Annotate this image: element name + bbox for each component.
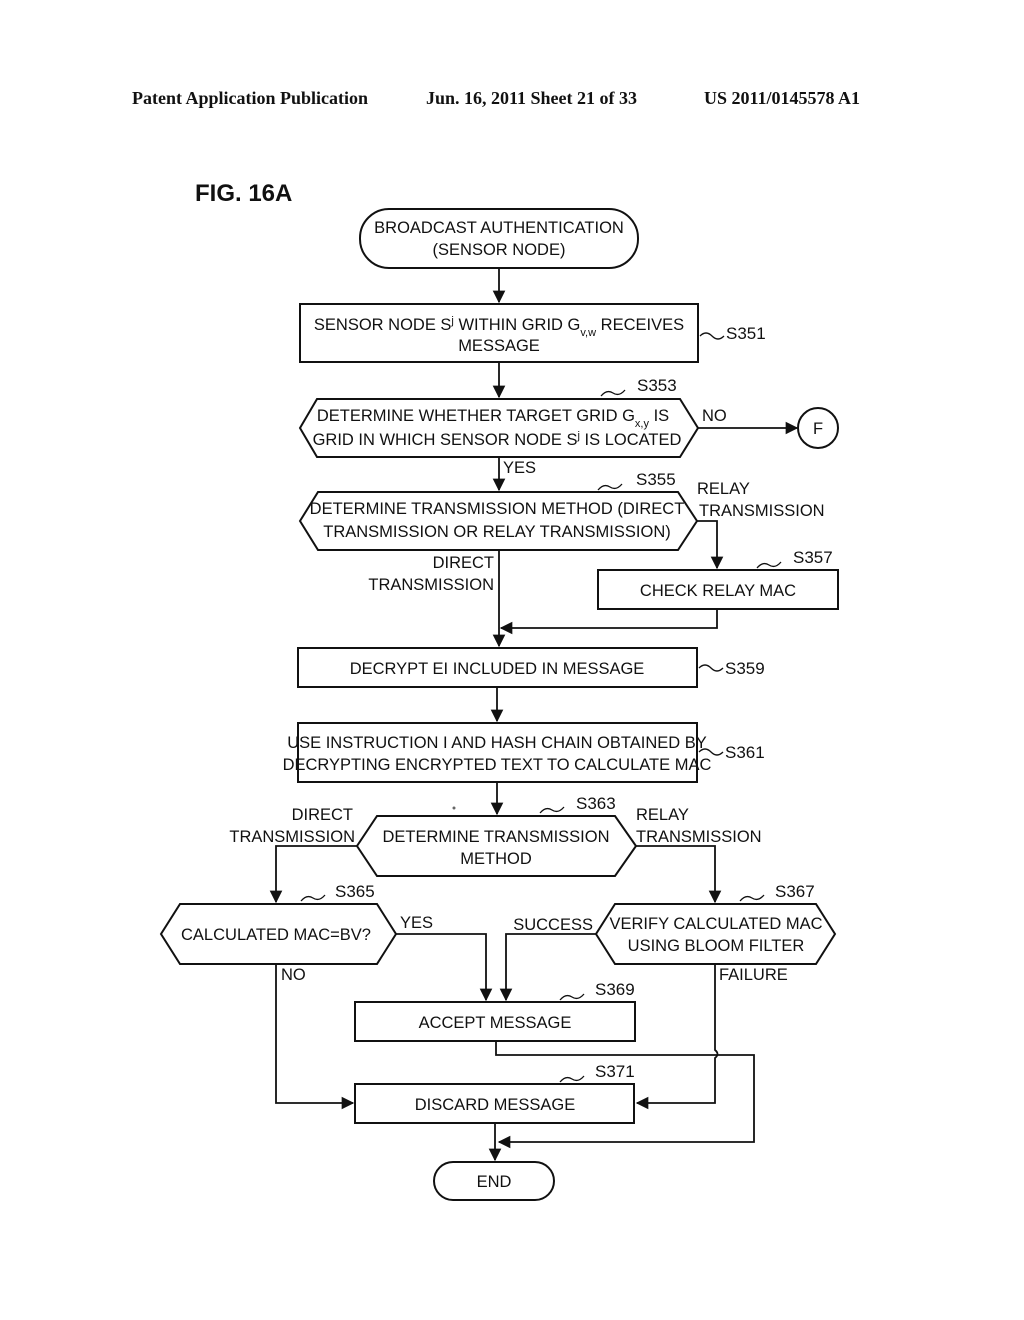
end-label: END xyxy=(477,1173,512,1191)
s351-line2: MESSAGE xyxy=(458,337,540,355)
s363-line1: DETERMINE TRANSMISSION xyxy=(382,828,609,846)
decision-s363: DETERMINE TRANSMISSION METHOD xyxy=(355,815,638,877)
s369-leader xyxy=(559,993,585,1001)
start-line2: (SENSOR NODE) xyxy=(433,241,566,259)
s363-line2: METHOD xyxy=(460,850,532,868)
s367-failure-label: FAILURE xyxy=(719,966,788,984)
s367-leader xyxy=(739,894,765,902)
process-s351: SENSOR NODE Sj WITHIN GRID Gv,w RECEIVES… xyxy=(299,303,699,363)
decision-s367: VERIFY CALCULATED MAC USING BLOOM FILTER xyxy=(594,903,837,965)
s353-no-label: NO xyxy=(702,407,727,425)
s359-line1: DECRYPT EI INCLUDED IN MESSAGE xyxy=(350,660,645,678)
s351-step-label: S351 xyxy=(726,324,766,343)
s365-line1: CALCULATED MAC=BV? xyxy=(181,926,371,944)
s355-direct-label-1: DIRECT xyxy=(433,554,494,572)
s355-line2: TRANSMISSION OR RELAY TRANSMISSION) xyxy=(323,523,670,541)
edge-s357-merge xyxy=(499,609,718,635)
s363-direct-label-2: TRANSMISSION xyxy=(229,828,355,846)
s355-line1: DETERMINE TRANSMISSION METHOD (DIRECT xyxy=(310,500,685,518)
end-terminal: END xyxy=(433,1161,555,1201)
s359-step-label: S359 xyxy=(725,659,765,678)
start-line1: BROADCAST AUTHENTICATION xyxy=(374,219,624,237)
s363-leader xyxy=(539,806,565,814)
s359-leader xyxy=(698,664,724,672)
edge-s365-no xyxy=(275,964,355,1110)
s353-yes-label: YES xyxy=(503,459,536,477)
s355-relay-label-2: TRANSMISSION xyxy=(699,502,825,520)
edge-s363-relay xyxy=(636,845,722,904)
s367-line1: VERIFY CALCULATED MAC xyxy=(609,915,822,933)
flowchart: BROADCAST AUTHENTICATION (SENSOR NODE) S… xyxy=(159,208,839,1201)
s355-leader xyxy=(597,483,623,491)
s361-step-label: S361 xyxy=(725,743,765,762)
s357-leader xyxy=(756,561,782,569)
edge-s367-success xyxy=(499,933,596,1002)
process-s359: DECRYPT EI INCLUDED IN MESSAGE xyxy=(297,647,698,688)
decision-s365: CALCULATED MAC=BV? xyxy=(159,903,398,965)
s363-relay-label-1: RELAY xyxy=(636,806,689,824)
edge-s355-relay xyxy=(697,520,724,570)
connector-f-label: F xyxy=(813,420,823,438)
s355-relay-label-1: RELAY xyxy=(697,480,750,498)
s371-step-label: S371 xyxy=(595,1062,635,1081)
s353-leader xyxy=(600,389,626,397)
s365-yes-label: YES xyxy=(400,914,433,932)
process-s369: ACCEPT MESSAGE xyxy=(354,1001,636,1042)
s361-line2: DECRYPTING ENCRYPTED TEXT TO CALCULATE M… xyxy=(283,756,712,774)
process-s357: CHECK RELAY MAC xyxy=(597,569,839,610)
s353-line2: GRID IN WHICH SENSOR NODE Sj IS LOCATED xyxy=(313,430,682,449)
s365-no-label: NO xyxy=(281,966,306,984)
edge-s367-failure xyxy=(635,964,719,1110)
s363-relay-label-2: TRANSMISSION xyxy=(636,828,762,846)
s363-step-label: S363 xyxy=(576,794,616,813)
s367-success-label: SUCCESS xyxy=(513,916,593,934)
s355-direct-label-2: TRANSMISSION xyxy=(368,576,494,594)
s361-line1: USE INSTRUCTION I AND HASH CHAIN OBTAINE… xyxy=(287,734,707,752)
s355-step-label: S355 xyxy=(636,470,676,489)
s351-leader xyxy=(699,332,725,340)
connector-f: F xyxy=(797,407,839,449)
s371-leader xyxy=(559,1075,585,1083)
process-s371: DISCARD MESSAGE xyxy=(354,1083,635,1124)
s371-line1: DISCARD MESSAGE xyxy=(415,1096,575,1114)
decision-s353: DETERMINE WHETHER TARGET GRID Gx,y IS GR… xyxy=(298,398,700,458)
s357-step-label: S357 xyxy=(793,548,833,567)
s369-line1: ACCEPT MESSAGE xyxy=(419,1014,572,1032)
s363-direct-label-1: DIRECT xyxy=(292,806,353,824)
edge-s365-yes xyxy=(396,933,493,1002)
s367-step-label: S367 xyxy=(775,882,815,901)
s365-leader xyxy=(300,894,326,902)
start-terminal: BROADCAST AUTHENTICATION (SENSOR NODE) xyxy=(359,208,639,269)
scan-speck xyxy=(452,806,456,810)
s353-step-label: S353 xyxy=(637,376,677,395)
process-s361: USE INSTRUCTION I AND HASH CHAIN OBTAINE… xyxy=(283,722,712,783)
s367-line2: USING BLOOM FILTER xyxy=(628,937,805,955)
s357-line1: CHECK RELAY MAC xyxy=(640,582,796,600)
s369-step-label: S369 xyxy=(595,980,635,999)
decision-s355: DETERMINE TRANSMISSION METHOD (DIRECT TR… xyxy=(298,491,699,551)
s365-step-label: S365 xyxy=(335,882,375,901)
s361-leader xyxy=(698,748,724,756)
